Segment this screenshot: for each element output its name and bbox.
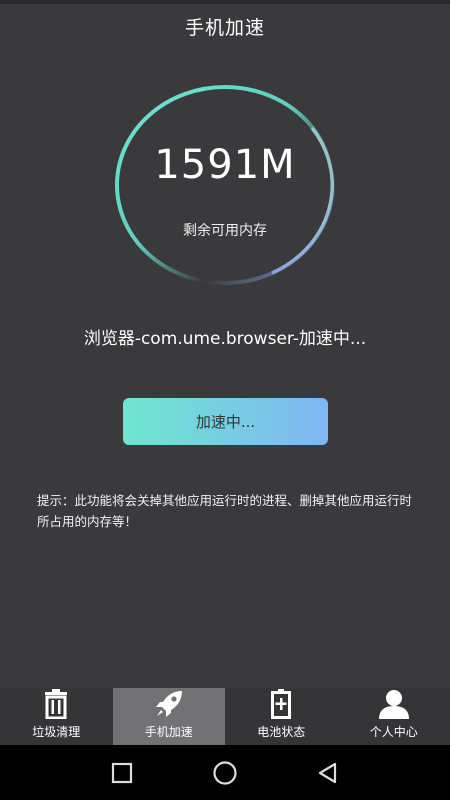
tab-label: 垃圾清理 (32, 725, 81, 739)
back-button[interactable] (308, 753, 348, 793)
system-nav-bar (0, 745, 450, 800)
trash-icon (42, 688, 70, 719)
person-icon (378, 688, 410, 719)
tab-label: 手机加速 (144, 725, 193, 739)
recent-apps-button[interactable] (102, 753, 142, 793)
back-icon (319, 762, 337, 783)
home-button[interactable] (205, 753, 245, 793)
home-icon (213, 760, 237, 785)
recent-apps-icon (111, 762, 132, 783)
memory-value: 1591M (154, 142, 296, 188)
tab-label: 电池状态 (257, 725, 306, 739)
memory-ring: 1591M 剩余可用内存 (112, 80, 338, 290)
tab-personal-center[interactable]: 个人中心 (338, 688, 450, 745)
tab-battery-status[interactable]: 电池状态 (225, 688, 338, 745)
header: 手机加速 (0, 4, 450, 48)
process-status-text: 浏览器-com.ume.browser-加速中... (83, 329, 367, 349)
rocket-icon (154, 688, 184, 719)
page-title: 手机加速 (184, 16, 265, 39)
tab-phone-boost[interactable]: 手机加速 (112, 688, 225, 745)
battery-icon (271, 688, 292, 719)
bottom-tab-bar: 垃圾清理 手机加速 电池状态 个人中心 (0, 688, 450, 745)
tip-text: 提示：此功能将会关掉其他应用运行时的进程、删掉其他应用运行时所占用的内存等！ (37, 493, 413, 529)
boost-button[interactable]: 加速中... (123, 398, 328, 445)
tab-junk-clean[interactable]: 垃圾清理 (0, 688, 113, 745)
memory-label: 剩余可用内存 (183, 223, 267, 239)
tab-label: 个人中心 (369, 725, 418, 739)
